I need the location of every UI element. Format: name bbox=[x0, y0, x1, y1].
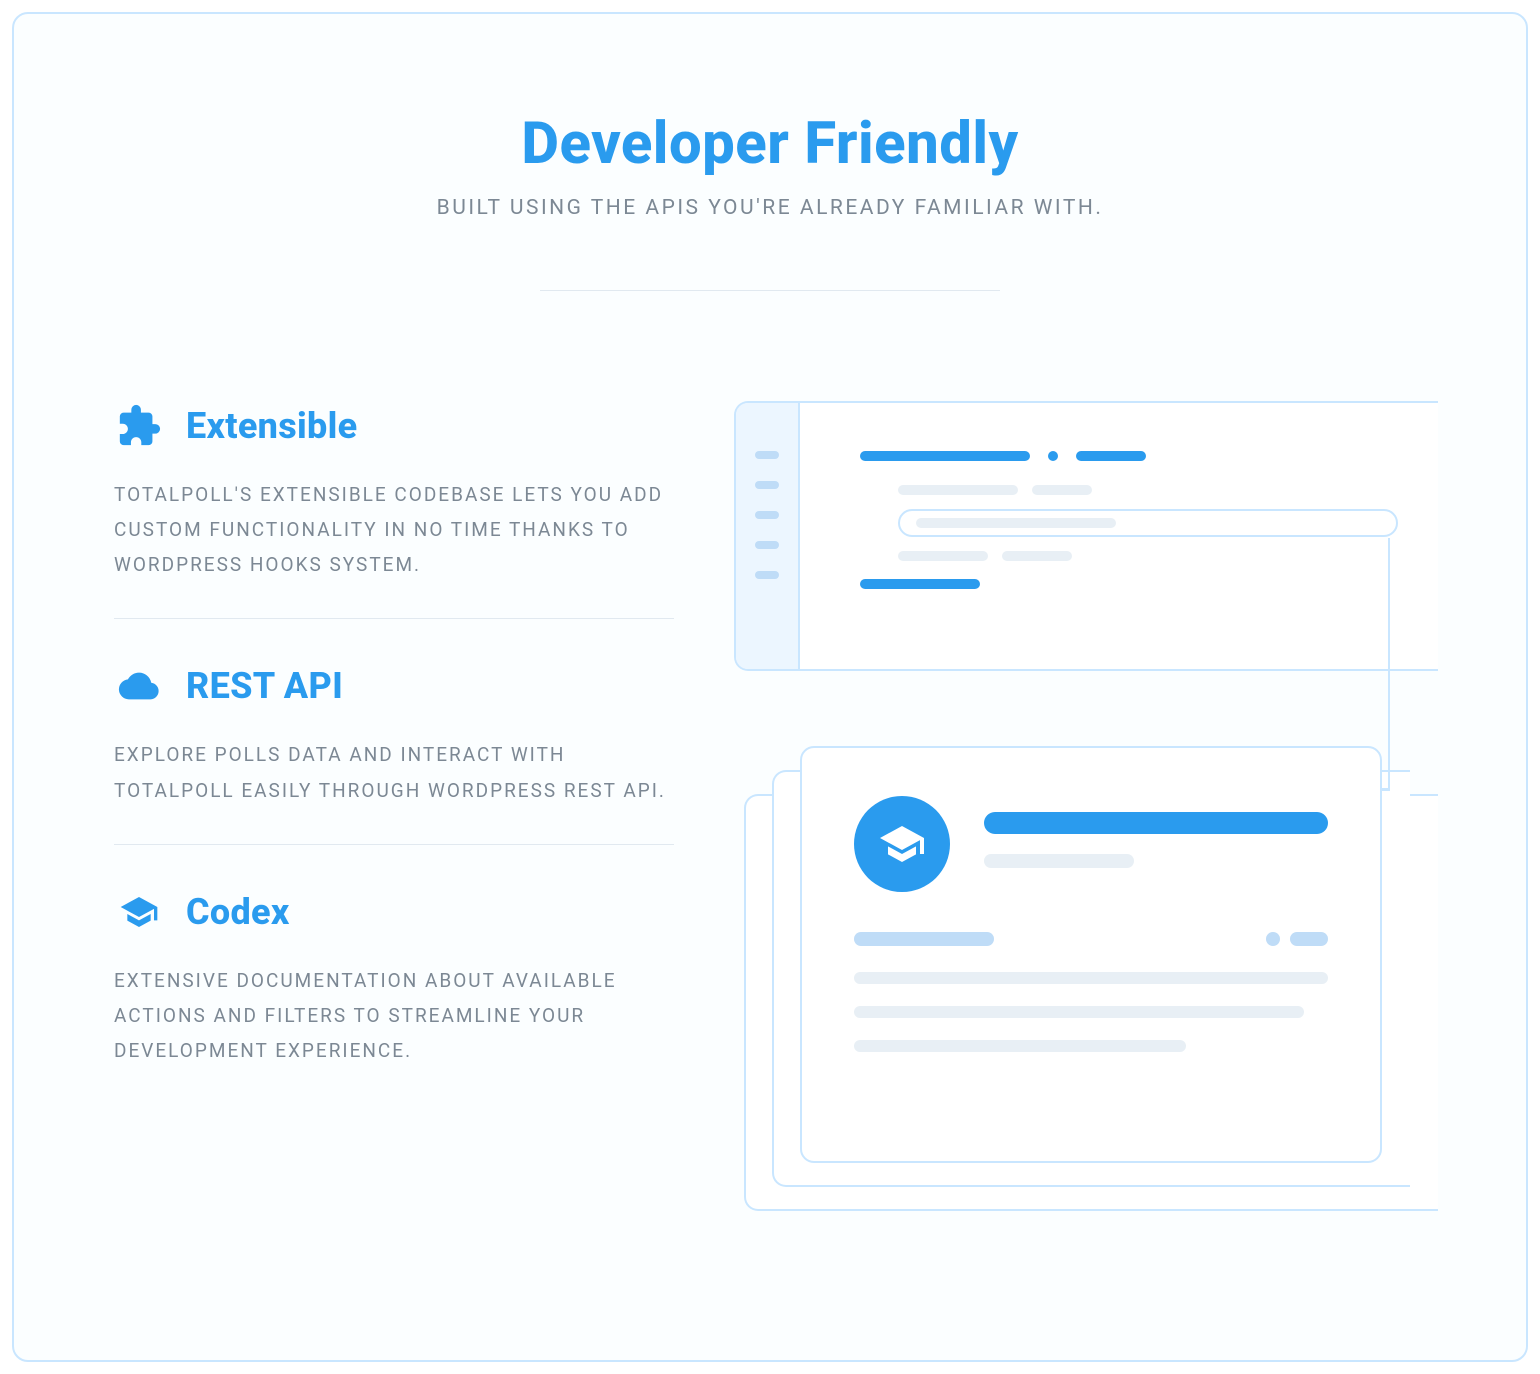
graduation-cap-icon bbox=[114, 887, 164, 937]
code-line bbox=[898, 551, 1398, 561]
doc-text-line bbox=[854, 972, 1328, 984]
sidebar-dash bbox=[755, 541, 779, 549]
card-subtitle: BUILT USING THE APIS YOU'RE ALREADY FAMI… bbox=[114, 196, 1426, 220]
code-token bbox=[1032, 485, 1092, 495]
doc-text-line bbox=[854, 1006, 1304, 1018]
doc-meta-row bbox=[854, 932, 1328, 946]
connector-line bbox=[1388, 538, 1391, 788]
doc-title-block bbox=[984, 796, 1328, 868]
puzzle-icon bbox=[114, 401, 164, 451]
code-token bbox=[898, 485, 1018, 495]
feature-extensible: Extensible TOTALPOLL'S EXTENSIBLE CODEBA… bbox=[114, 401, 674, 618]
code-dot bbox=[1048, 451, 1058, 461]
code-token bbox=[1076, 451, 1146, 461]
sidebar-dash bbox=[755, 511, 779, 519]
feature-codex: Codex EXTENSIVE DOCUMENTATION ABOUT AVAI… bbox=[114, 844, 674, 1104]
code-token bbox=[1002, 551, 1072, 561]
doc-tag bbox=[1290, 932, 1328, 946]
feature-title: Codex bbox=[186, 891, 290, 933]
divider bbox=[540, 290, 1000, 291]
doc-text-line bbox=[854, 1040, 1186, 1052]
window-sidebar bbox=[736, 403, 800, 669]
feature-card: Developer Friendly BUILT USING THE APIS … bbox=[12, 12, 1528, 1362]
code-token bbox=[898, 551, 988, 561]
doc-title-bar bbox=[984, 812, 1328, 834]
feature-body: TOTALPOLL'S EXTENSIBLE CODEBASE LETS YOU… bbox=[114, 477, 674, 582]
feature-title: Extensible bbox=[186, 405, 357, 447]
card-title: Developer Friendly bbox=[114, 110, 1426, 178]
doc-header bbox=[854, 796, 1328, 892]
feature-body: EXTENSIVE DOCUMENTATION ABOUT AVAILABLE … bbox=[114, 963, 674, 1068]
feature-rest-api: REST API EXPLORE POLLS DATA AND INTERACT… bbox=[114, 618, 674, 843]
doc-tag bbox=[1266, 932, 1280, 946]
window-illustration bbox=[734, 401, 1438, 671]
code-token bbox=[860, 451, 1030, 461]
cloud-icon bbox=[114, 661, 164, 711]
doc-tag bbox=[854, 932, 994, 946]
code-token bbox=[916, 518, 1116, 528]
feature-list: Extensible TOTALPOLL'S EXTENSIBLE CODEBA… bbox=[114, 401, 674, 1104]
graduation-cap-icon bbox=[878, 820, 926, 868]
doc-avatar bbox=[854, 796, 950, 892]
sidebar-dash bbox=[755, 451, 779, 459]
feature-body: EXPLORE POLLS DATA AND INTERACT WITH TOT… bbox=[114, 737, 674, 807]
feature-title: REST API bbox=[186, 665, 343, 707]
code-line bbox=[898, 485, 1398, 495]
code-line-highlight bbox=[898, 509, 1398, 537]
illustration bbox=[734, 401, 1426, 1221]
card-header: Developer Friendly BUILT USING THE APIS … bbox=[114, 110, 1426, 291]
doc-subtitle-bar bbox=[984, 854, 1134, 868]
card-content: Extensible TOTALPOLL'S EXTENSIBLE CODEBA… bbox=[114, 401, 1426, 1221]
code-token bbox=[860, 579, 980, 589]
sidebar-dash bbox=[755, 481, 779, 489]
window-body bbox=[800, 403, 1438, 669]
doc-tag-group bbox=[1266, 932, 1328, 946]
doc-stack bbox=[744, 746, 1438, 1211]
code-line bbox=[860, 451, 1398, 461]
doc-card-front bbox=[800, 746, 1382, 1163]
sidebar-dash bbox=[755, 571, 779, 579]
